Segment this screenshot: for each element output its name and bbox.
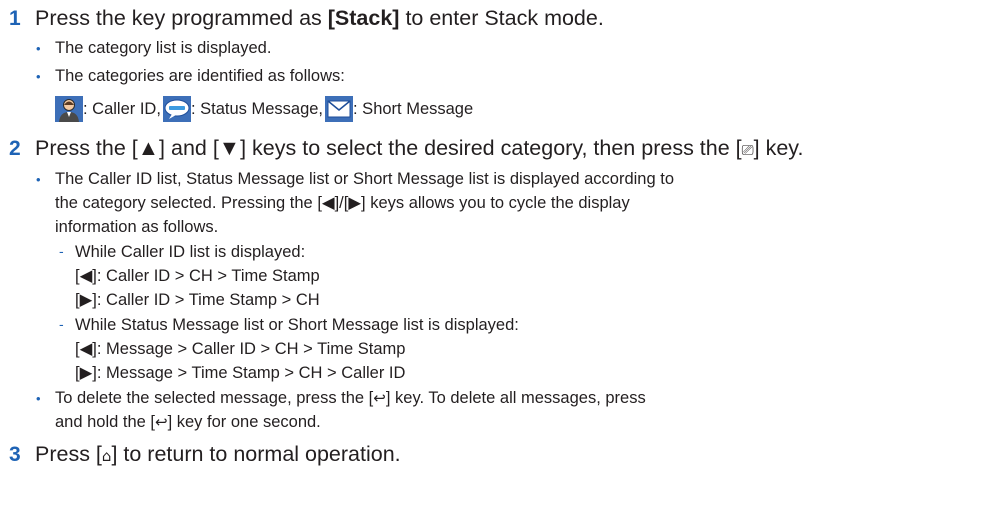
bullet-item: The category list is displayed. xyxy=(36,38,271,59)
category-label: : Short Message xyxy=(353,100,474,118)
bullet-continuation: the category selected. Pressing the [◀]/… xyxy=(55,194,630,212)
back-key-icon: ↩ xyxy=(373,389,386,407)
sub-item-line: [◀]: Caller ID > CH > Time Stamp xyxy=(75,267,320,285)
category-legend: : Caller ID, : Status Message, : Short M… xyxy=(55,94,473,124)
select-key-icon: ⎚ xyxy=(741,141,754,159)
step-text-part: to enter Stack mode. xyxy=(399,6,604,30)
back-key-icon: ↩ xyxy=(155,413,168,431)
caller-id-icon xyxy=(55,96,83,122)
sub-item-line: [◀]: Message > Caller ID > CH > Time Sta… xyxy=(75,340,406,358)
bullet-continuation: information as follows. xyxy=(55,218,219,236)
bullet-item: The Caller ID list, Status Message list … xyxy=(36,169,674,190)
sub-item-title: While Status Message list or Short Messa… xyxy=(59,314,519,336)
bullet-item: The categories are identified as follows… xyxy=(36,66,345,87)
short-message-icon xyxy=(325,96,354,122)
step-text: Press [⌂] to return to normal operation. xyxy=(35,442,401,469)
bullet-text-part: and hold the [ xyxy=(55,413,155,431)
sub-item-line: [▶]: Message > Time Stamp > CH > Caller … xyxy=(75,364,406,382)
step-text-part: Press the key programmed as xyxy=(35,6,328,30)
step-text: Press the [▲] and [▼] keys to select the… xyxy=(35,136,803,163)
category-label: : Caller ID, xyxy=(83,100,161,118)
bullet-item: To delete the selected message, press th… xyxy=(36,388,646,409)
step-text: Press the key programmed as [Stack] to e… xyxy=(35,6,604,31)
step-text-part: Press [ xyxy=(35,442,102,466)
step-number: 1 xyxy=(9,7,21,30)
home-key-icon: ⌂ xyxy=(101,447,112,465)
step-number: 3 xyxy=(9,443,21,466)
step-number: 2 xyxy=(9,137,21,160)
step-text-part: ] to return to normal operation. xyxy=(111,442,401,466)
bullet-text-part: To delete the selected message, press th… xyxy=(55,389,374,407)
step-text-part: Press the [▲] and [▼] keys to select the… xyxy=(35,136,742,160)
bullet-continuation: and hold the [↩] key for one second. xyxy=(55,412,321,433)
status-message-icon xyxy=(162,96,191,122)
stack-key-label: [Stack] xyxy=(327,6,400,30)
step-text-part: ] key. xyxy=(753,136,804,160)
category-label: : Status Message, xyxy=(190,100,324,118)
sub-item-title: While Caller ID list is displayed: xyxy=(59,241,305,263)
sub-item-line: [▶]: Caller ID > Time Stamp > CH xyxy=(75,291,320,309)
bullet-text-part: ] key for one second. xyxy=(167,413,321,431)
bullet-text-part: ] key. To delete all messages, press xyxy=(385,389,646,407)
